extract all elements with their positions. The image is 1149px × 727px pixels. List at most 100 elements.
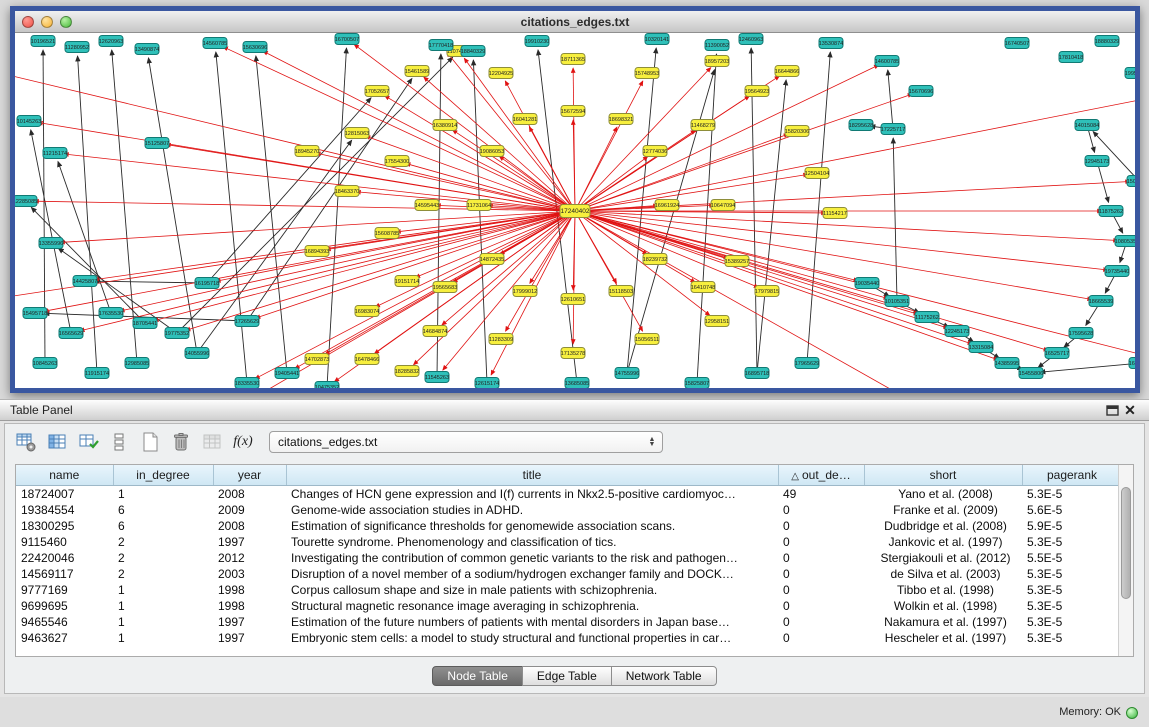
graph-edge[interactable] [216, 52, 247, 383]
graph-edge[interactable] [253, 211, 575, 388]
row-height-icon[interactable] [106, 429, 132, 455]
graph-node[interactable]: 17265629 [235, 316, 259, 327]
graph-node[interactable]: 15125807 [145, 138, 169, 149]
table-row[interactable]: 1456911722003Disruption of a novel membe… [16, 566, 1122, 582]
graph-edge[interactable] [575, 211, 710, 315]
table-scrollbar-thumb[interactable] [1121, 487, 1131, 599]
table-row[interactable]: 1872400712008Changes of HCN gene express… [16, 485, 1122, 502]
graph-edge[interactable] [575, 81, 643, 211]
table-row[interactable]: 2242004622012Investigating the contribut… [16, 550, 1122, 566]
graph-edge[interactable] [575, 134, 789, 211]
graph-node[interactable]: 14684874 [423, 326, 447, 337]
graph-edge[interactable] [120, 211, 575, 311]
graph-node[interactable]: 16380914 [433, 120, 457, 131]
graph-node[interactable]: 12204925 [489, 68, 513, 79]
graph-node[interactable]: 18945270 [295, 146, 319, 157]
graph-edge[interactable] [893, 138, 897, 301]
column-header-pagerank[interactable]: pagerank [1022, 465, 1122, 485]
graph-node[interactable]: 15748953 [635, 68, 659, 79]
graph-node[interactable]: 17965629 [795, 358, 819, 369]
graph-edge[interactable] [256, 211, 575, 318]
graph-node[interactable]: 14015084 [1075, 120, 1099, 131]
graph-node[interactable]: 11280952 [65, 42, 89, 53]
graph-edge[interactable] [216, 211, 575, 281]
graph-node[interactable]: 10647094 [711, 200, 735, 211]
close-panel-icon[interactable]: ✕ [1121, 402, 1139, 418]
graph-node[interactable]: 19565683 [433, 282, 457, 293]
graph-node[interactable]: 17999012 [513, 286, 537, 297]
graph-edge[interactable] [78, 56, 97, 373]
graph-node[interactable]: 16895718 [745, 368, 769, 379]
graph-node[interactable]: 19151714 [395, 276, 419, 287]
graph-edge[interactable] [575, 174, 808, 211]
graph-node[interactable]: 12615174 [475, 378, 499, 389]
graph-node[interactable]: 12460963 [739, 34, 763, 45]
graph-node[interactable]: 13490874 [135, 44, 159, 55]
graph-edge[interactable] [424, 77, 575, 211]
graph-node[interactable]: 12815063 [345, 128, 369, 139]
graph-node[interactable]: 11390052 [705, 40, 729, 51]
graph-node[interactable]: 18285832 [395, 366, 419, 377]
column-header-short[interactable]: short [864, 465, 1022, 485]
table-scrollbar[interactable] [1118, 465, 1133, 656]
graph-node[interactable]: 15056511 [635, 334, 659, 345]
graph-edge[interactable] [31, 130, 71, 333]
minimize-window-button[interactable] [41, 16, 53, 28]
column-header-year[interactable]: year [213, 465, 286, 485]
graph-node[interactable]: 13315084 [969, 342, 993, 353]
graph-edge[interactable] [757, 80, 786, 373]
graph-node[interactable]: 17225717 [881, 124, 905, 135]
graph-edge[interactable] [575, 94, 912, 211]
graph-node[interactable]: 18711365 [561, 54, 585, 65]
graph-node[interactable]: 11545263 [425, 372, 449, 383]
graph-node[interactable]: 18880329 [1095, 36, 1119, 47]
graph-node[interactable]: 19950230 [1125, 68, 1135, 79]
network-canvas[interactable]: 1696192418239732151185031261065117999012… [15, 33, 1135, 388]
graph-node[interactable]: 11154217 [823, 208, 847, 219]
graph-node[interactable]: 15825807 [685, 378, 709, 389]
graph-node[interactable]: 13685085 [565, 378, 589, 389]
graph-node[interactable]: 15118503 [609, 286, 633, 297]
graph-node[interactable]: 16644866 [775, 66, 799, 77]
graph-node[interactable]: 16565629 [59, 328, 83, 339]
graph-node[interactable]: 12245173 [945, 326, 969, 337]
close-window-button[interactable] [22, 16, 34, 28]
table-row[interactable]: 946554611997Estimation of the future num… [16, 614, 1122, 630]
table-row[interactable]: 1830029562008Estimation of significance … [16, 518, 1122, 534]
graph-node[interactable]: 17635530 [99, 308, 123, 319]
graph-node[interactable]: 14385995 [995, 358, 1019, 369]
table-row[interactable]: 911546021997Tourette syndrome. Phenomeno… [16, 534, 1122, 550]
graph-edge[interactable] [58, 161, 111, 313]
graph-node[interactable]: 17135278 [561, 348, 585, 359]
import-table-icon[interactable] [199, 429, 225, 455]
graph-edge[interactable] [505, 81, 575, 211]
graph-node[interactable]: 12985085 [125, 358, 149, 369]
graph-node[interactable]: 15820306 [785, 126, 809, 137]
graph-node[interactable]: 10320141 [645, 34, 669, 45]
graph-node[interactable]: 12504104 [805, 168, 829, 179]
graph-edge[interactable] [1040, 363, 1135, 372]
graph-node[interactable]: 19086053 [480, 146, 504, 157]
graph-node[interactable]: 10805351 [1115, 236, 1135, 247]
graph-edge[interactable] [1097, 161, 1109, 202]
graph-node[interactable]: 17810418 [1059, 52, 1083, 63]
graph-node[interactable]: 11215174 [43, 148, 67, 159]
graph-node[interactable]: 11175262 [915, 312, 939, 323]
graph-node[interactable]: 10845263 [33, 358, 57, 369]
graph-node[interactable]: 18705441 [133, 318, 157, 329]
table-row[interactable]: 946362711997Embryonic stem cells: a mode… [16, 630, 1122, 646]
show-columns-icon[interactable] [44, 429, 70, 455]
graph-edge[interactable] [223, 47, 575, 211]
graph-edge[interactable] [256, 56, 287, 373]
edit-columns-icon[interactable] [75, 429, 101, 455]
graph-node[interactable]: 16961924 [655, 200, 679, 211]
graph-node[interactable]: 18957203 [705, 56, 729, 67]
graph-node[interactable]: 17595628 [1069, 328, 1093, 339]
graph-node[interactable]: 17770418 [429, 40, 453, 51]
graph-node[interactable]: 19405441 [275, 368, 299, 379]
graph-edge[interactable] [575, 68, 711, 211]
graph-node[interactable]: 15085995 [1127, 176, 1135, 187]
graph-node[interactable]: 17240402 [560, 205, 590, 218]
graph-node[interactable]: 18840329 [461, 46, 485, 57]
float-panel-icon[interactable] [1103, 402, 1121, 418]
